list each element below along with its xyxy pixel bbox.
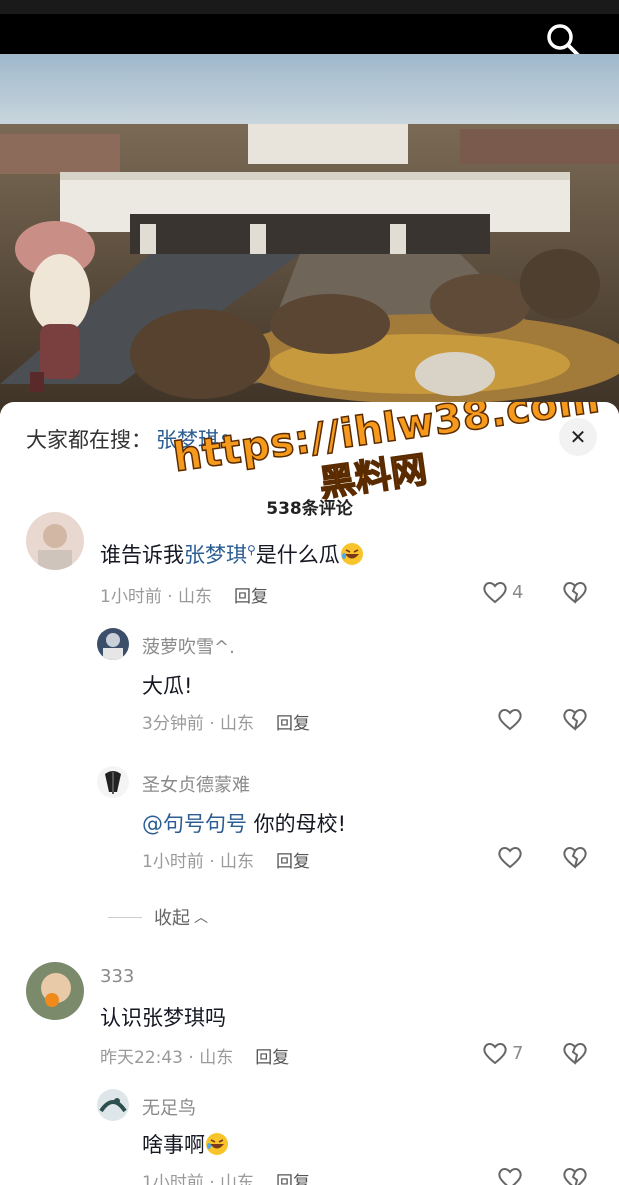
- reply-button[interactable]: 回复: [276, 1173, 310, 1185]
- laughing-emoji: [340, 543, 363, 565]
- reply-button[interactable]: 回复: [234, 587, 268, 607]
- comment-count: 538条评论: [266, 499, 353, 519]
- comment-text-part: 你的母校!: [247, 812, 347, 836]
- search-button[interactable]: [545, 22, 581, 58]
- close-button[interactable]: ✕: [559, 418, 597, 456]
- collapse-replies-button[interactable]: 收起 ︿: [108, 904, 208, 930]
- comment-meta: 1小时前 · 山东 回复: [100, 582, 268, 607]
- username[interactable]: 菠萝吹雪^.: [142, 633, 235, 659]
- comment-time-location: 昨天22:43 · 山东: [100, 1048, 234, 1068]
- avatar-image: [97, 628, 129, 660]
- laughing-emoji: [206, 1133, 228, 1155]
- comment-meta: 3分钟前 · 山东 回复: [142, 709, 310, 734]
- broken-heart-icon: [563, 847, 587, 869]
- comment-time-location: 3分钟前 · 山东: [142, 714, 255, 734]
- mention-link[interactable]: @句号句号: [142, 812, 247, 836]
- comment-text: 啥事啊: [142, 1129, 229, 1159]
- search-link[interactable]: 张梦琪: [184, 543, 247, 567]
- comment-text: 大瓜!: [142, 674, 193, 698]
- broken-heart-icon: [563, 709, 587, 731]
- comment-meta: 1小时前 · 山东 回复: [142, 1168, 310, 1185]
- comment-text-part: 谁告诉我: [100, 543, 184, 567]
- avatar-image: [97, 766, 129, 798]
- like-button[interactable]: [497, 845, 523, 869]
- search-hint-label: 大家都在搜：: [26, 428, 152, 452]
- avatar[interactable]: [26, 962, 84, 1020]
- reply-button[interactable]: 回复: [255, 1048, 289, 1068]
- like-count: 7: [512, 1042, 524, 1064]
- reply-button[interactable]: 回复: [276, 852, 310, 872]
- close-icon: ✕: [569, 425, 587, 449]
- like-button[interactable]: [497, 707, 523, 731]
- avatar-image: [97, 1089, 129, 1121]
- avatar-image: [26, 512, 84, 570]
- comment-text-part: 啥事啊: [142, 1133, 205, 1157]
- dislike-button[interactable]: [562, 845, 588, 869]
- broken-heart-icon: [563, 1043, 587, 1065]
- heart-icon: [498, 1168, 522, 1185]
- search-mini-icon: ⚲: [247, 543, 256, 557]
- search-mini-icon: ⚲: [221, 432, 230, 446]
- comment-text: 认识张梦琪吗: [100, 1006, 226, 1030]
- broken-heart-icon: [563, 582, 587, 604]
- search-icon: [547, 24, 580, 57]
- comment-panel: 大家都在搜： 张梦琪 ⚲ ✕ https://ihlw38.com 黑料网 53…: [0, 402, 619, 1185]
- chevron-up-icon: ︿: [194, 910, 208, 926]
- campus-aerial-image: [0, 54, 619, 414]
- video-player[interactable]: [0, 54, 619, 414]
- dislike-button[interactable]: [562, 580, 588, 604]
- comment-text: @句号句号 你的母校!: [142, 808, 346, 838]
- username[interactable]: 圣女贞德蒙难: [142, 771, 250, 797]
- avatar[interactable]: [97, 766, 129, 798]
- comment-time-location: 1小时前 · 山东: [142, 852, 255, 872]
- broken-heart-icon: [563, 1168, 587, 1185]
- search-suggestion[interactable]: 大家都在搜： 张梦琪 ⚲: [26, 424, 230, 454]
- heart-icon: [483, 582, 507, 604]
- like-button[interactable]: 4: [482, 580, 523, 604]
- collapse-label: 收起: [154, 908, 190, 929]
- username[interactable]: 无足鸟: [142, 1094, 196, 1120]
- heart-icon: [498, 709, 522, 731]
- like-button[interactable]: [497, 1166, 523, 1185]
- avatar[interactable]: [26, 512, 84, 570]
- divider: [108, 916, 142, 918]
- like-count: 4: [512, 581, 524, 603]
- comment-time-location: 1小时前 · 山东: [142, 1173, 255, 1185]
- search-hint-term[interactable]: 张梦琪: [156, 424, 219, 454]
- avatar-image: [26, 962, 84, 1020]
- dislike-button[interactable]: [562, 1166, 588, 1185]
- heart-icon: [483, 1043, 507, 1065]
- comment-text-part: 是什么瓜: [255, 543, 340, 567]
- avatar[interactable]: [97, 628, 129, 660]
- dislike-button[interactable]: [562, 707, 588, 731]
- heart-icon: [498, 847, 522, 869]
- comment-meta: 1小时前 · 山东 回复: [142, 847, 310, 872]
- top-bar: [0, 14, 619, 57]
- reply-button[interactable]: 回复: [276, 714, 310, 734]
- comment-meta: 昨天22:43 · 山东 回复: [100, 1043, 289, 1068]
- username[interactable]: 333: [100, 966, 134, 987]
- comment-text: 谁告诉我张梦琪⚲是什么瓜: [100, 539, 364, 569]
- like-button[interactable]: 7: [482, 1041, 523, 1065]
- dislike-button[interactable]: [562, 1041, 588, 1065]
- comment-time-location: 1小时前 · 山东: [100, 587, 213, 607]
- status-bar: [0, 0, 619, 14]
- avatar[interactable]: [97, 1089, 129, 1121]
